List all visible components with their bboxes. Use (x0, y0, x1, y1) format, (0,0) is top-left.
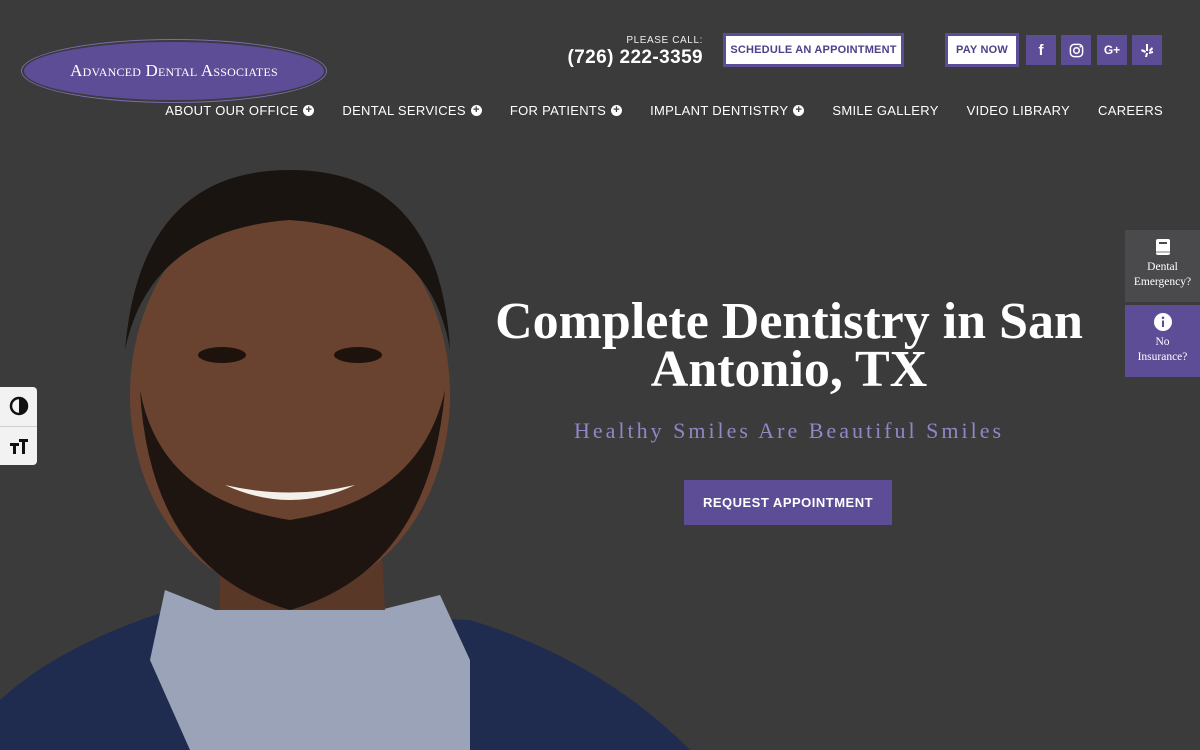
main-nav: ABOUT OUR OFFICE + DENTAL SERVICES + FOR… (165, 103, 1163, 118)
plus-circle-icon: + (793, 105, 805, 116)
book-icon (1155, 239, 1170, 255)
phone-number-link[interactable]: (726) 222-3359 (567, 47, 703, 69)
schedule-appointment-button[interactable]: SCHEDULE AN APPOINTMENT (723, 33, 904, 67)
hero-portrait-image (0, 170, 690, 750)
nav-item-for-patients[interactable]: FOR PATIENTS + (509, 103, 623, 118)
plus-circle-icon: + (303, 105, 315, 116)
text-size-icon[interactable] (0, 425, 37, 466)
nav-label: FOR PATIENTS (509, 103, 607, 118)
nav-item-about-our-office[interactable]: ABOUT OUR OFFICE + (165, 103, 315, 118)
site-logo[interactable]: Advanced Dental Associates (24, 42, 324, 100)
yelp-icon[interactable] (1132, 35, 1162, 65)
no-insurance-tab[interactable]: No Insurance? (1125, 305, 1200, 377)
plus-circle-icon: + (470, 105, 482, 116)
nav-item-dental-services[interactable]: DENTAL SERVICES + (342, 103, 482, 118)
tab-label-line2: Insurance? (1137, 351, 1188, 363)
call-label: PLEASE CALL: (626, 35, 703, 46)
nav-label: SMILE GALLERY (832, 103, 939, 118)
tab-label-line1: Dental (1147, 261, 1178, 273)
instagram-icon[interactable] (1061, 35, 1091, 65)
nav-item-smile-gallery[interactable]: SMILE GALLERY (832, 103, 938, 118)
hero-subtitle: Healthy Smiles Are Beautiful Smiles (573, 418, 1005, 443)
info-icon (1153, 313, 1172, 331)
facebook-icon[interactable]: f (1026, 35, 1056, 65)
pay-now-button[interactable]: PAY NOW (945, 33, 1019, 67)
request-appointment-button[interactable]: REQUEST APPOINTMENT (684, 480, 892, 525)
hero-title: Complete Dentistry in San Antonio, TX (460, 296, 1118, 396)
nav-item-implant-dentistry[interactable]: IMPLANT DENTISTRY + (650, 103, 805, 118)
nav-item-video-library[interactable]: VIDEO LIBRARY (967, 103, 1070, 118)
nav-label: IMPLANT DENTISTRY (650, 103, 789, 118)
tab-label-line1: No (1155, 336, 1170, 348)
google-plus-icon[interactable]: G+ (1097, 35, 1127, 65)
nav-label: ABOUT OUR OFFICE (165, 103, 299, 118)
phone-block: PLEASE CALL: (726) 222-3359 (567, 35, 703, 69)
hero-title-line2: Antonio, TX (650, 341, 928, 398)
dental-emergency-tab[interactable]: Dental Emergency? (1125, 230, 1200, 302)
plus-circle-icon: + (611, 105, 623, 116)
nav-label: VIDEO LIBRARY (966, 103, 1071, 118)
accessibility-toolbar (0, 387, 37, 465)
contrast-toggle-icon[interactable] (0, 387, 37, 426)
nav-item-careers[interactable]: CAREERS (1098, 103, 1163, 118)
tab-label-line2: Emergency? (1133, 276, 1192, 288)
nav-label: CAREERS (1098, 103, 1163, 118)
nav-label: DENTAL SERVICES (342, 103, 466, 118)
logo-text: Advanced Dental Associates (70, 61, 278, 80)
